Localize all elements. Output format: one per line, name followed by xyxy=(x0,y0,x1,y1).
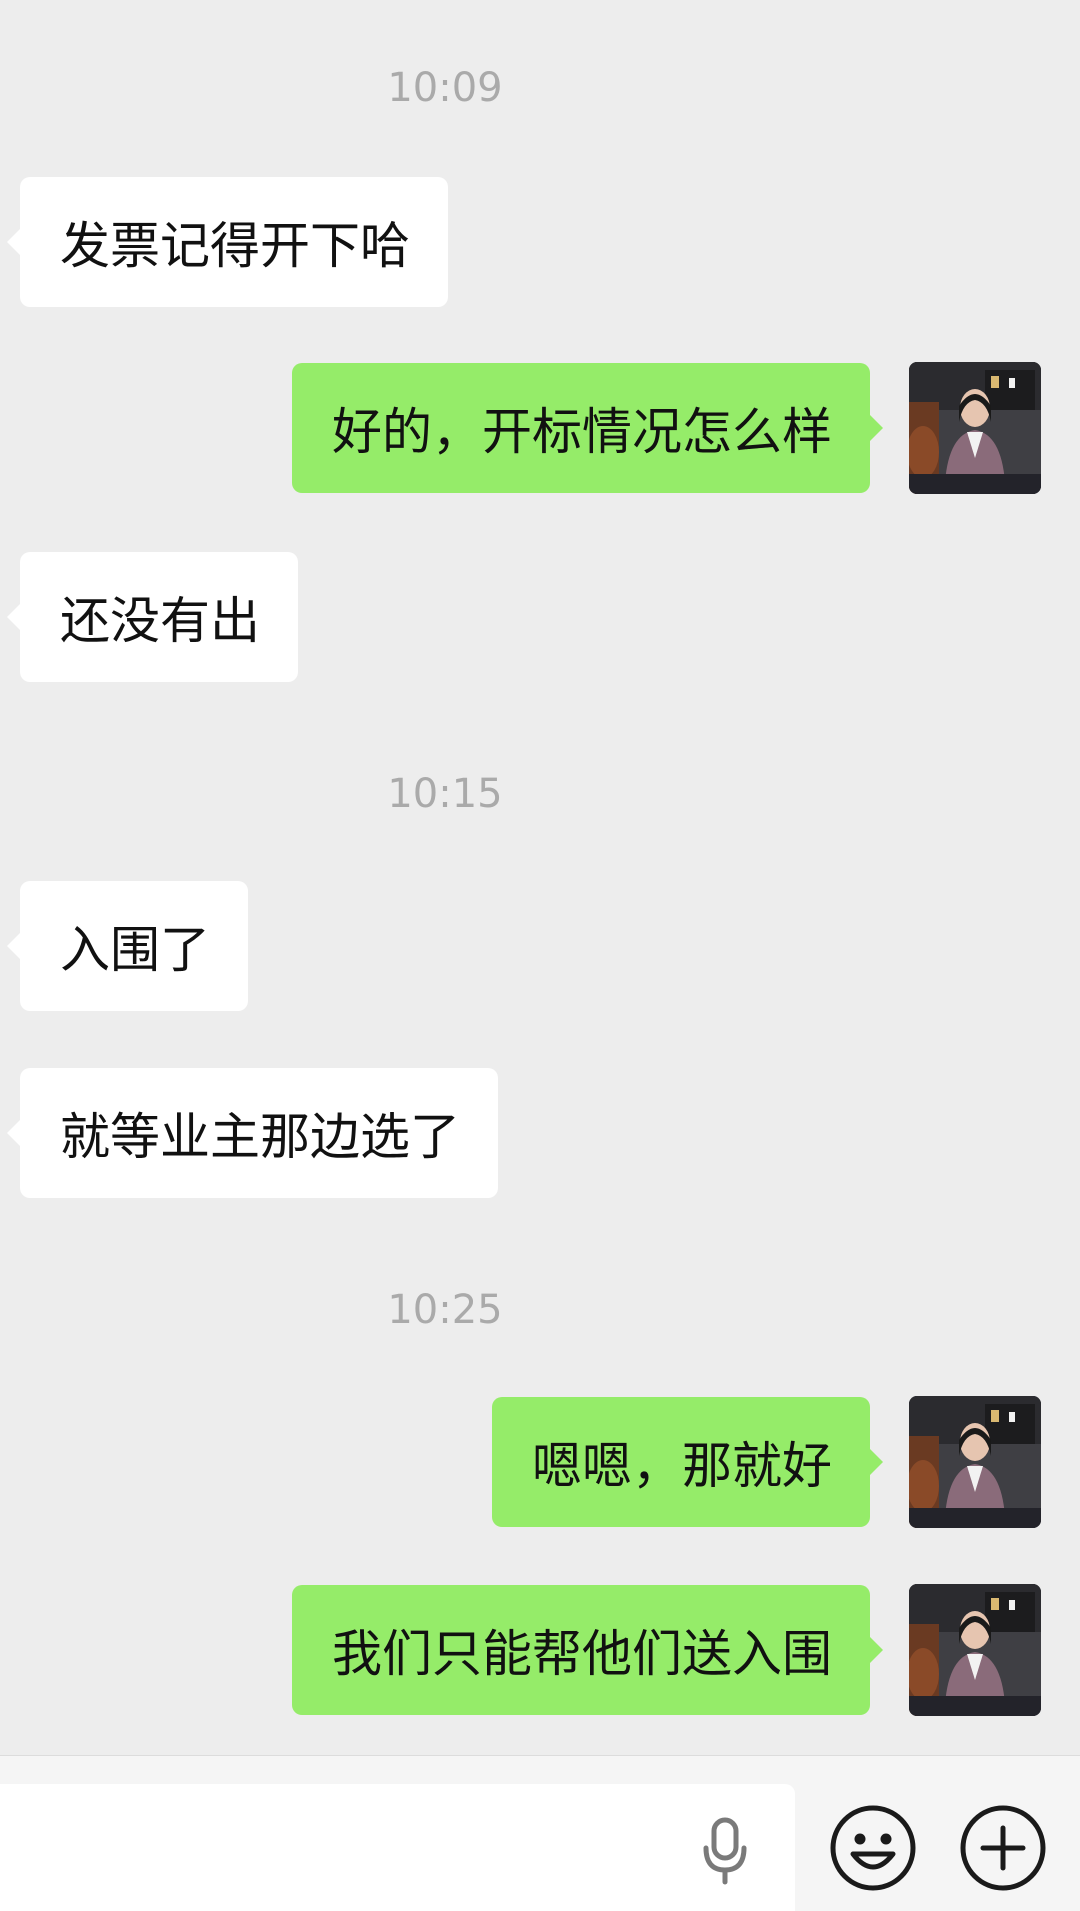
avatar-image xyxy=(909,362,1041,494)
message-input[interactable] xyxy=(0,1784,795,1911)
avatar-image xyxy=(909,1584,1041,1716)
message-text: 还没有出 xyxy=(60,592,260,650)
message-text: 我们只能帮他们送入围 xyxy=(332,1625,832,1683)
outgoing-message[interactable]: 好的，开标情况怎么样 xyxy=(292,363,883,493)
message-text: 发票记得开下哈 xyxy=(60,217,410,275)
timestamp: 10:25 xyxy=(387,1287,503,1333)
incoming-message[interactable]: 发票记得开下哈 xyxy=(7,177,448,307)
message-text: 好的，开标情况怎么样 xyxy=(332,403,832,461)
input-bar xyxy=(0,1755,1080,1911)
timestamp: 10:15 xyxy=(387,771,503,817)
outgoing-message[interactable]: 嗯嗯，那就好 xyxy=(492,1397,883,1527)
message-text: 就等业主那边选了 xyxy=(60,1108,460,1166)
emoji-icon[interactable] xyxy=(829,1804,917,1892)
message-text: 入围了 xyxy=(60,921,210,979)
incoming-message[interactable]: 还没有出 xyxy=(7,552,298,682)
user-avatar[interactable] xyxy=(909,362,1041,494)
outgoing-message[interactable]: 我们只能帮他们送入围 xyxy=(292,1585,883,1715)
chat-area[interactable]: 10:09 发票记得开下哈 好的，开标情况怎么样 还没有出 10:15 入围了 … xyxy=(0,0,1080,1755)
user-avatar[interactable] xyxy=(909,1396,1041,1528)
incoming-message[interactable]: 入围了 xyxy=(7,881,248,1011)
timestamp: 10:09 xyxy=(387,65,503,111)
incoming-message[interactable]: 就等业主那边选了 xyxy=(7,1068,498,1198)
user-avatar[interactable] xyxy=(909,1584,1041,1716)
mic-icon[interactable] xyxy=(700,1816,750,1886)
plus-icon[interactable] xyxy=(959,1804,1047,1892)
message-text: 嗯嗯，那就好 xyxy=(532,1437,832,1495)
avatar-image xyxy=(909,1396,1041,1528)
